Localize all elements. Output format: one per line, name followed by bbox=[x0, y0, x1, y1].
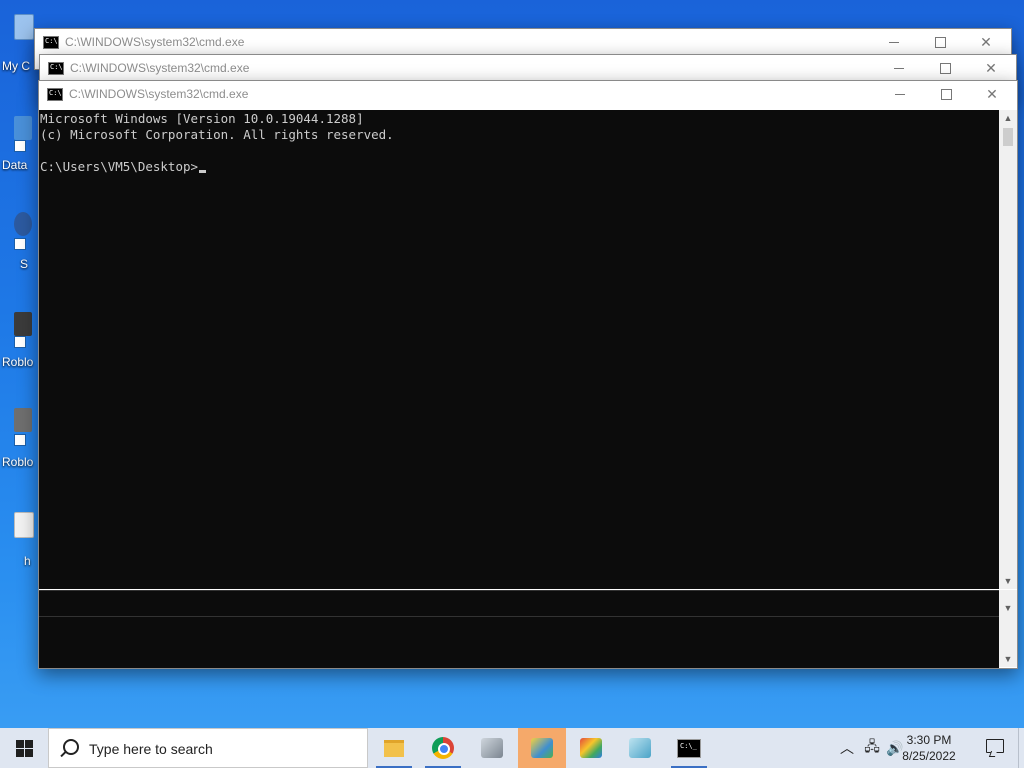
chevron-up-icon: ︿ bbox=[840, 740, 854, 756]
taskbar-chrome[interactable] bbox=[419, 728, 467, 768]
search-box[interactable]: Type here to search bbox=[48, 728, 368, 768]
maximize-icon bbox=[939, 62, 951, 74]
app-icon bbox=[580, 738, 602, 758]
minimize-icon bbox=[895, 93, 905, 95]
close-icon: ✕ bbox=[980, 33, 992, 50]
taskbar-app-4[interactable] bbox=[518, 728, 566, 768]
desktop-icon-label: Data bbox=[2, 158, 28, 172]
vertical-scrollbar[interactable]: ▼ bbox=[999, 616, 1017, 667]
scroll-down-icon[interactable]: ▼ bbox=[999, 651, 1017, 667]
desktop-icon-s[interactable]: S bbox=[0, 208, 34, 271]
desktop-icon-h[interactable]: h bbox=[0, 506, 34, 568]
app-icon bbox=[481, 738, 503, 758]
scroll-down-icon[interactable]: ▼ bbox=[999, 600, 1017, 616]
roblox-icon bbox=[14, 312, 32, 336]
maximize-icon bbox=[940, 88, 952, 100]
maximize-button[interactable] bbox=[917, 29, 963, 55]
minimize-button[interactable] bbox=[876, 55, 922, 81]
minimize-icon bbox=[894, 67, 904, 69]
console-prompt: C:\Users\VM5\Desktop> bbox=[40, 159, 199, 174]
console-prompt-line[interactable]: C:\Users\VM5\Desktop> bbox=[40, 159, 207, 174]
desktop-icon-roblox-1[interactable]: Roblo bbox=[0, 306, 34, 369]
show-desktop-button[interactable] bbox=[1018, 728, 1024, 768]
app-icon bbox=[531, 738, 553, 758]
close-button[interactable]: ✕ bbox=[968, 55, 1014, 81]
desktop-icon-label: S bbox=[20, 257, 29, 271]
windows-logo-icon bbox=[15, 739, 33, 757]
data-icon bbox=[14, 116, 32, 140]
clock-date: 8/25/2022 bbox=[902, 749, 956, 763]
console-line: Microsoft Windows [Version 10.0.19044.12… bbox=[40, 111, 364, 126]
folder-icon bbox=[384, 739, 404, 757]
shortcut-arrow-icon bbox=[14, 336, 26, 348]
desktop-icon-my-computer[interactable]: My C bbox=[0, 12, 34, 73]
shortcut-arrow-icon bbox=[14, 434, 26, 446]
title-bar[interactable]: C:\WINDOWS\system32\cmd.exe ✕ bbox=[35, 29, 1011, 55]
desktop-icon-label: Roblo bbox=[2, 355, 34, 369]
start-button[interactable] bbox=[0, 728, 48, 768]
show-hidden-icons-button[interactable]: ︿ bbox=[838, 728, 856, 768]
desktop-icon-label: My C bbox=[2, 59, 30, 73]
console-output[interactable]: Microsoft Windows [Version 10.0.19044.12… bbox=[39, 110, 999, 589]
network-button[interactable]: 🖧 bbox=[860, 728, 884, 768]
cmd-icon bbox=[47, 88, 63, 101]
clock[interactable]: 3:30 PM 8/25/2022 bbox=[894, 732, 964, 764]
window-title: C:\WINDOWS\system32\cmd.exe bbox=[70, 61, 250, 75]
maximize-button[interactable] bbox=[922, 55, 968, 81]
window-title: C:\WINDOWS\system32\cmd.exe bbox=[69, 87, 249, 101]
roblox-studio-icon bbox=[14, 408, 32, 432]
cmd-window-active[interactable]: C:\WINDOWS\system32\cmd.exe ✕ Microsoft … bbox=[38, 80, 1018, 669]
desktop-icon-label: Roblo bbox=[2, 455, 34, 469]
desktop-icon-label: h bbox=[24, 554, 31, 568]
notification-icon[interactable] bbox=[986, 739, 1004, 753]
text-cursor bbox=[199, 170, 207, 173]
title-bar[interactable]: C:\WINDOWS\system32\cmd.exe ✕ bbox=[40, 55, 1016, 81]
desktop-icon-data[interactable]: Data bbox=[0, 110, 34, 172]
cmd-icon bbox=[43, 36, 59, 49]
console-pane-back-2 bbox=[39, 616, 999, 668]
minimize-icon bbox=[889, 41, 899, 43]
vertical-scrollbar[interactable]: ▼ bbox=[999, 590, 1017, 616]
scroll-down-icon[interactable]: ▼ bbox=[999, 573, 1017, 589]
console-line: (c) Microsoft Corporation. All rights re… bbox=[40, 127, 394, 142]
scroll-up-icon[interactable]: ▲ bbox=[999, 110, 1017, 126]
minimize-button[interactable] bbox=[871, 29, 917, 55]
taskbar-app-5[interactable] bbox=[567, 728, 615, 768]
search-placeholder: Type here to search bbox=[89, 741, 213, 757]
cmd-icon bbox=[677, 738, 701, 758]
window-title: C:\WINDOWS\system32\cmd.exe bbox=[65, 35, 245, 49]
computer-icon bbox=[14, 14, 34, 40]
minimize-button[interactable] bbox=[877, 81, 923, 107]
title-bar[interactable]: C:\WINDOWS\system32\cmd.exe ✕ bbox=[39, 81, 1017, 107]
taskbar-file-explorer[interactable] bbox=[370, 728, 418, 768]
taskbar-app-3[interactable] bbox=[468, 728, 516, 768]
network-icon: 🖧 bbox=[864, 738, 880, 754]
scroll-thumb[interactable] bbox=[1003, 128, 1013, 146]
clock-time: 3:30 PM bbox=[906, 733, 952, 747]
close-icon: ✕ bbox=[986, 85, 998, 102]
vertical-scrollbar[interactable]: ▲ ▼ bbox=[999, 110, 1017, 589]
close-button[interactable]: ✕ bbox=[963, 29, 1009, 55]
chrome-icon bbox=[432, 737, 454, 759]
maximize-icon bbox=[934, 36, 946, 48]
shortcut-arrow-icon bbox=[14, 238, 26, 250]
app-icon bbox=[629, 738, 651, 758]
taskbar-cmd[interactable] bbox=[665, 728, 713, 768]
console-pane-back-1 bbox=[39, 590, 999, 617]
search-icon bbox=[63, 739, 79, 755]
close-button[interactable]: ✕ bbox=[969, 81, 1015, 107]
taskbar: Type here to search ︿ 🖧 🔊 3:30 PM 8/25/2… bbox=[0, 728, 1024, 768]
app-icon bbox=[14, 212, 32, 236]
cmd-icon bbox=[48, 62, 64, 75]
close-icon: ✕ bbox=[985, 59, 997, 76]
taskbar-app-6[interactable] bbox=[616, 728, 664, 768]
file-icon bbox=[14, 512, 34, 538]
maximize-button[interactable] bbox=[923, 81, 969, 107]
desktop-icon-roblox-2[interactable]: Roblo bbox=[0, 404, 34, 469]
shortcut-arrow-icon bbox=[14, 140, 26, 152]
